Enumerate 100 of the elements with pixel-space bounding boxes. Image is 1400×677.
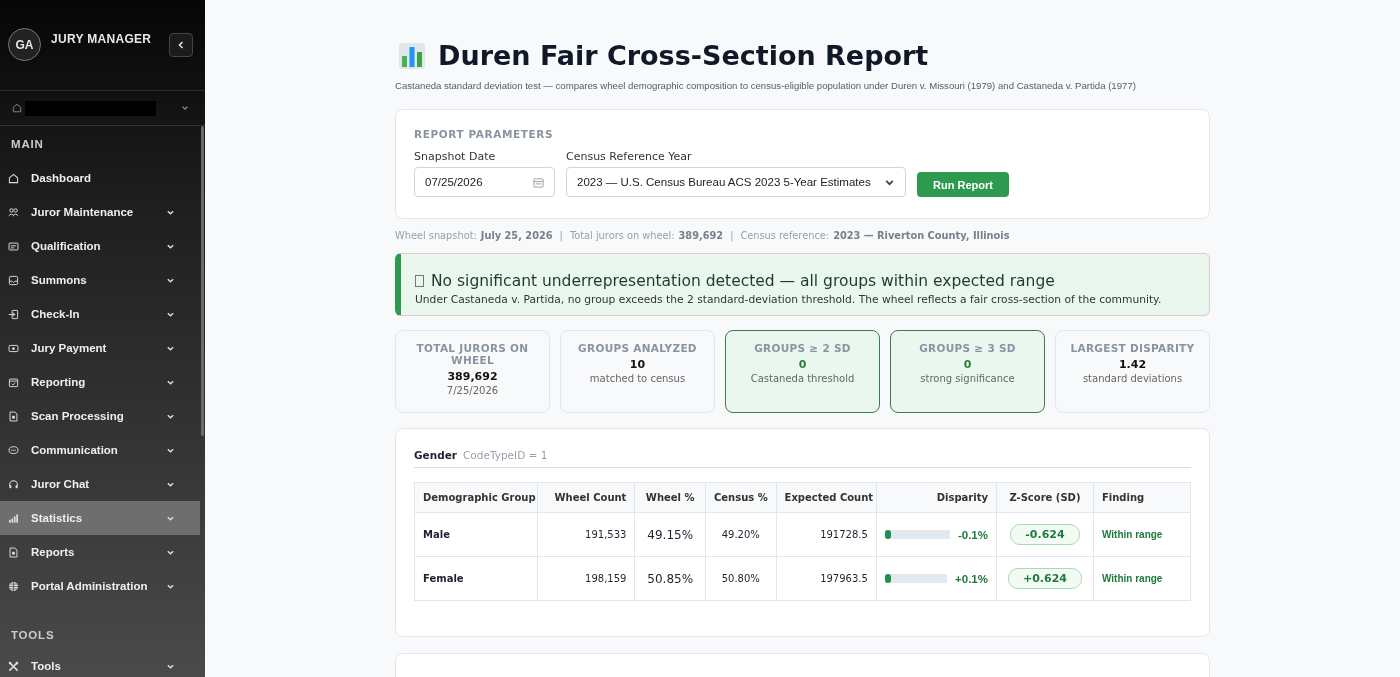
nav-label: Jury Payment <box>31 342 108 354</box>
nav-label: Reporting <box>31 376 87 388</box>
separator: | <box>559 230 563 241</box>
column-header: Z-Score (SD) <box>996 482 1094 513</box>
z-score-badge: -0.624 <box>1010 524 1080 545</box>
column-header: Demographic Group <box>414 482 538 513</box>
nav-label: Juror Maintenance <box>31 206 135 218</box>
section-heading: MAIN <box>10 137 45 152</box>
tools-icon <box>8 660 19 672</box>
date-field[interactable]: 07/25/2026 <box>414 167 555 197</box>
nav-item[interactable]: Juror Maintenance <box>0 195 200 229</box>
column-header: Finding <box>1093 482 1191 513</box>
stat-value: 0 <box>962 358 973 371</box>
field-label: Snapshot Date <box>414 150 497 163</box>
table-cell: Within range <box>1093 556 1191 601</box>
table-cell: 50.85% <box>634 556 706 601</box>
nav-item[interactable]: Juror Chat <box>0 467 200 501</box>
page-title: Duren Fair Cross-Section Report <box>438 40 929 71</box>
section-heading: REPORT PARAMETERS <box>414 128 555 140</box>
box-icon <box>415 275 424 287</box>
disparity-value: -0.1% <box>957 528 988 541</box>
nav-item[interactable]: Scan Processing <box>0 399 200 433</box>
home-icon <box>8 172 19 184</box>
column-header: Disparity <box>876 482 997 513</box>
nav-item[interactable]: Statistics <box>0 501 200 535</box>
summary-value: July 25, 2026 <box>480 230 553 241</box>
stat-note: 7/25/2026 <box>445 385 500 396</box>
table-cell: 191,533 <box>537 512 635 557</box>
table-cell: 50.80% <box>705 556 777 601</box>
alert-text: Under Castaneda v. Partida, no group exceeds the 2 standard-deviation threshold. The wheel reflects a fair cross-section of the community. <box>415 293 1163 306</box>
nav-label: Summons <box>31 274 88 286</box>
nav-label: Portal Administration <box>31 580 149 592</box>
home-icon <box>12 103 22 113</box>
census-select[interactable]: 2023 — U.S. Census Bureau ACS 2023 5-Year Estimates <box>566 167 906 197</box>
table-cell: 198,159 <box>537 556 635 601</box>
document-icon <box>8 546 19 558</box>
stat-label: GROUPS ≥ 3 SD <box>918 342 1017 354</box>
headset-icon <box>8 478 19 490</box>
section-heading: TOOLS <box>10 628 56 643</box>
stat-value: 10 <box>628 358 647 371</box>
speech-bubble-icon <box>8 444 19 456</box>
nav-label: Statistics <box>31 512 84 524</box>
column-header: Wheel Count <box>537 482 635 513</box>
code-type-label: CodeTypeID = 1 <box>463 449 548 461</box>
z-score-badge: +0.624 <box>1007 568 1082 589</box>
bar-chart-icon <box>398 41 426 70</box>
stat-label: TOTAL JURORS ON WHEEL <box>415 342 530 366</box>
collapse-button[interactable] <box>169 33 193 57</box>
stat-value: 389,692 <box>446 370 499 383</box>
summary-value: 389,692 <box>678 230 724 241</box>
scrollbar[interactable] <box>201 126 204 436</box>
column-header: Wheel % <box>634 482 706 513</box>
nav-item[interactable]: Jury Payment <box>0 331 200 365</box>
column-header: Census % <box>705 482 777 513</box>
nav-item[interactable]: Reports <box>0 535 200 569</box>
avatar: GA <box>8 28 41 61</box>
stat-value: 0 <box>797 358 808 371</box>
caret-icon <box>176 40 186 50</box>
stat-label: GROUPS ANALYZED <box>577 342 698 354</box>
document-icon <box>8 410 19 422</box>
table-cell: Female <box>414 556 538 601</box>
banknote-icon <box>8 342 19 354</box>
stat-value: 1.42 <box>1117 358 1148 371</box>
nav-item[interactable]: Summons <box>0 263 200 297</box>
nav-item[interactable]: Reporting <box>0 365 200 399</box>
nav-item[interactable]: Check-In <box>0 297 200 331</box>
nav-item[interactable]: Dashboard <box>0 161 200 195</box>
summary-value: 2023 — Riverton County, Illinois <box>833 230 1010 241</box>
summary-label: Total jurors on wheel: <box>569 230 675 241</box>
nav-label: Communication <box>31 444 119 456</box>
nav-item[interactable]: Communication <box>0 433 200 467</box>
stat-note: Castaneda threshold <box>749 373 856 384</box>
field-label: Census Reference Year <box>566 150 693 163</box>
calendar-icon[interactable] <box>533 176 544 188</box>
caret-icon <box>181 104 189 112</box>
column-header: Expected Count <box>776 482 877 513</box>
nav-label: Juror Chat <box>31 478 91 490</box>
nav-item[interactable]: Tools <box>0 649 200 677</box>
app-title: JURY MANAGER <box>51 32 153 46</box>
nav-item[interactable]: Portal Administration <box>0 569 200 603</box>
nav-label: Reports <box>31 546 76 558</box>
table-cell: 49.20% <box>705 512 777 557</box>
page-subtitle: Castaneda standard deviation test — compares wheel demographic composition to census-eligible population under Duren v. Missouri (1979) and Castaneda v. Partida (1977) <box>395 80 1137 91</box>
section-title: Gender <box>414 449 458 461</box>
tray-icon <box>8 274 19 286</box>
nav-label: Tools <box>31 660 62 672</box>
people-icon <box>8 206 19 218</box>
nav-label: Qualification <box>31 240 102 252</box>
nav-item[interactable]: Qualification <box>0 229 200 263</box>
stat-note: matched to census <box>588 373 687 384</box>
id-card-icon <box>8 240 19 252</box>
table-cell: 197963.5 <box>776 556 877 601</box>
run-report-button[interactable]: Run Report <box>917 172 1009 197</box>
bar-chart-icon <box>8 512 19 524</box>
summary-label: Wheel snapshot: <box>395 230 477 241</box>
table-cell: 191728.5 <box>776 512 877 557</box>
table-cell: Male <box>414 512 538 557</box>
nav-label: Scan Processing <box>31 410 125 422</box>
stat-note: standard deviations <box>1081 373 1184 384</box>
stat-note: strong significance <box>919 373 1016 384</box>
